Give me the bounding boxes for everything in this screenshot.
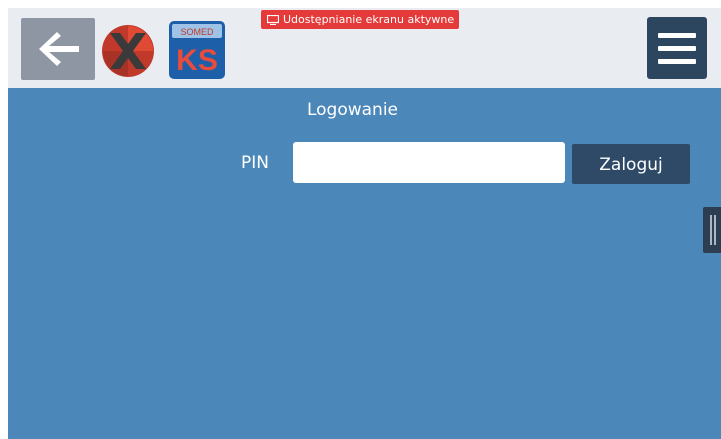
pin-input[interactable] [293,142,565,183]
screen-share-text: Udostępnianie ekranu aktywne [283,13,455,26]
page-title: Logowanie [306,100,399,120]
back-button[interactable] [21,18,95,80]
handle-grip-icon [710,215,712,245]
pin-label: PIN [241,153,269,173]
svg-text:SOMED: SOMED [180,27,214,37]
screen-share-badge: Udostępnianie ekranu aktywne [261,10,460,29]
login-panel [8,88,721,439]
somed-ks-logo-icon[interactable]: SOMED KS [168,20,226,80]
screen-share-icon [267,14,279,25]
side-panel-handle[interactable] [703,207,721,253]
app-screen: SOMED KS Udostępnianie ekranu aktywne Lo… [0,0,721,439]
arrow-left-icon [39,32,79,66]
svg-text:KS: KS [176,44,218,77]
x-logo-icon[interactable] [101,24,155,78]
login-button[interactable]: Zaloguj [572,144,690,184]
hamburger-menu-button[interactable] [647,17,707,79]
hamburger-menu-icon [658,33,696,38]
